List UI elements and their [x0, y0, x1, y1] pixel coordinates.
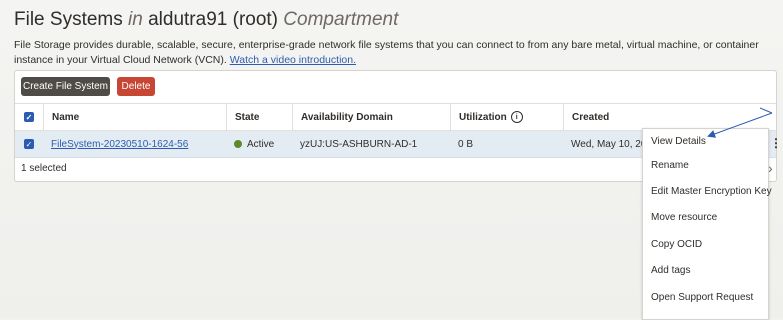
annotation-arrow: [707, 107, 773, 138]
